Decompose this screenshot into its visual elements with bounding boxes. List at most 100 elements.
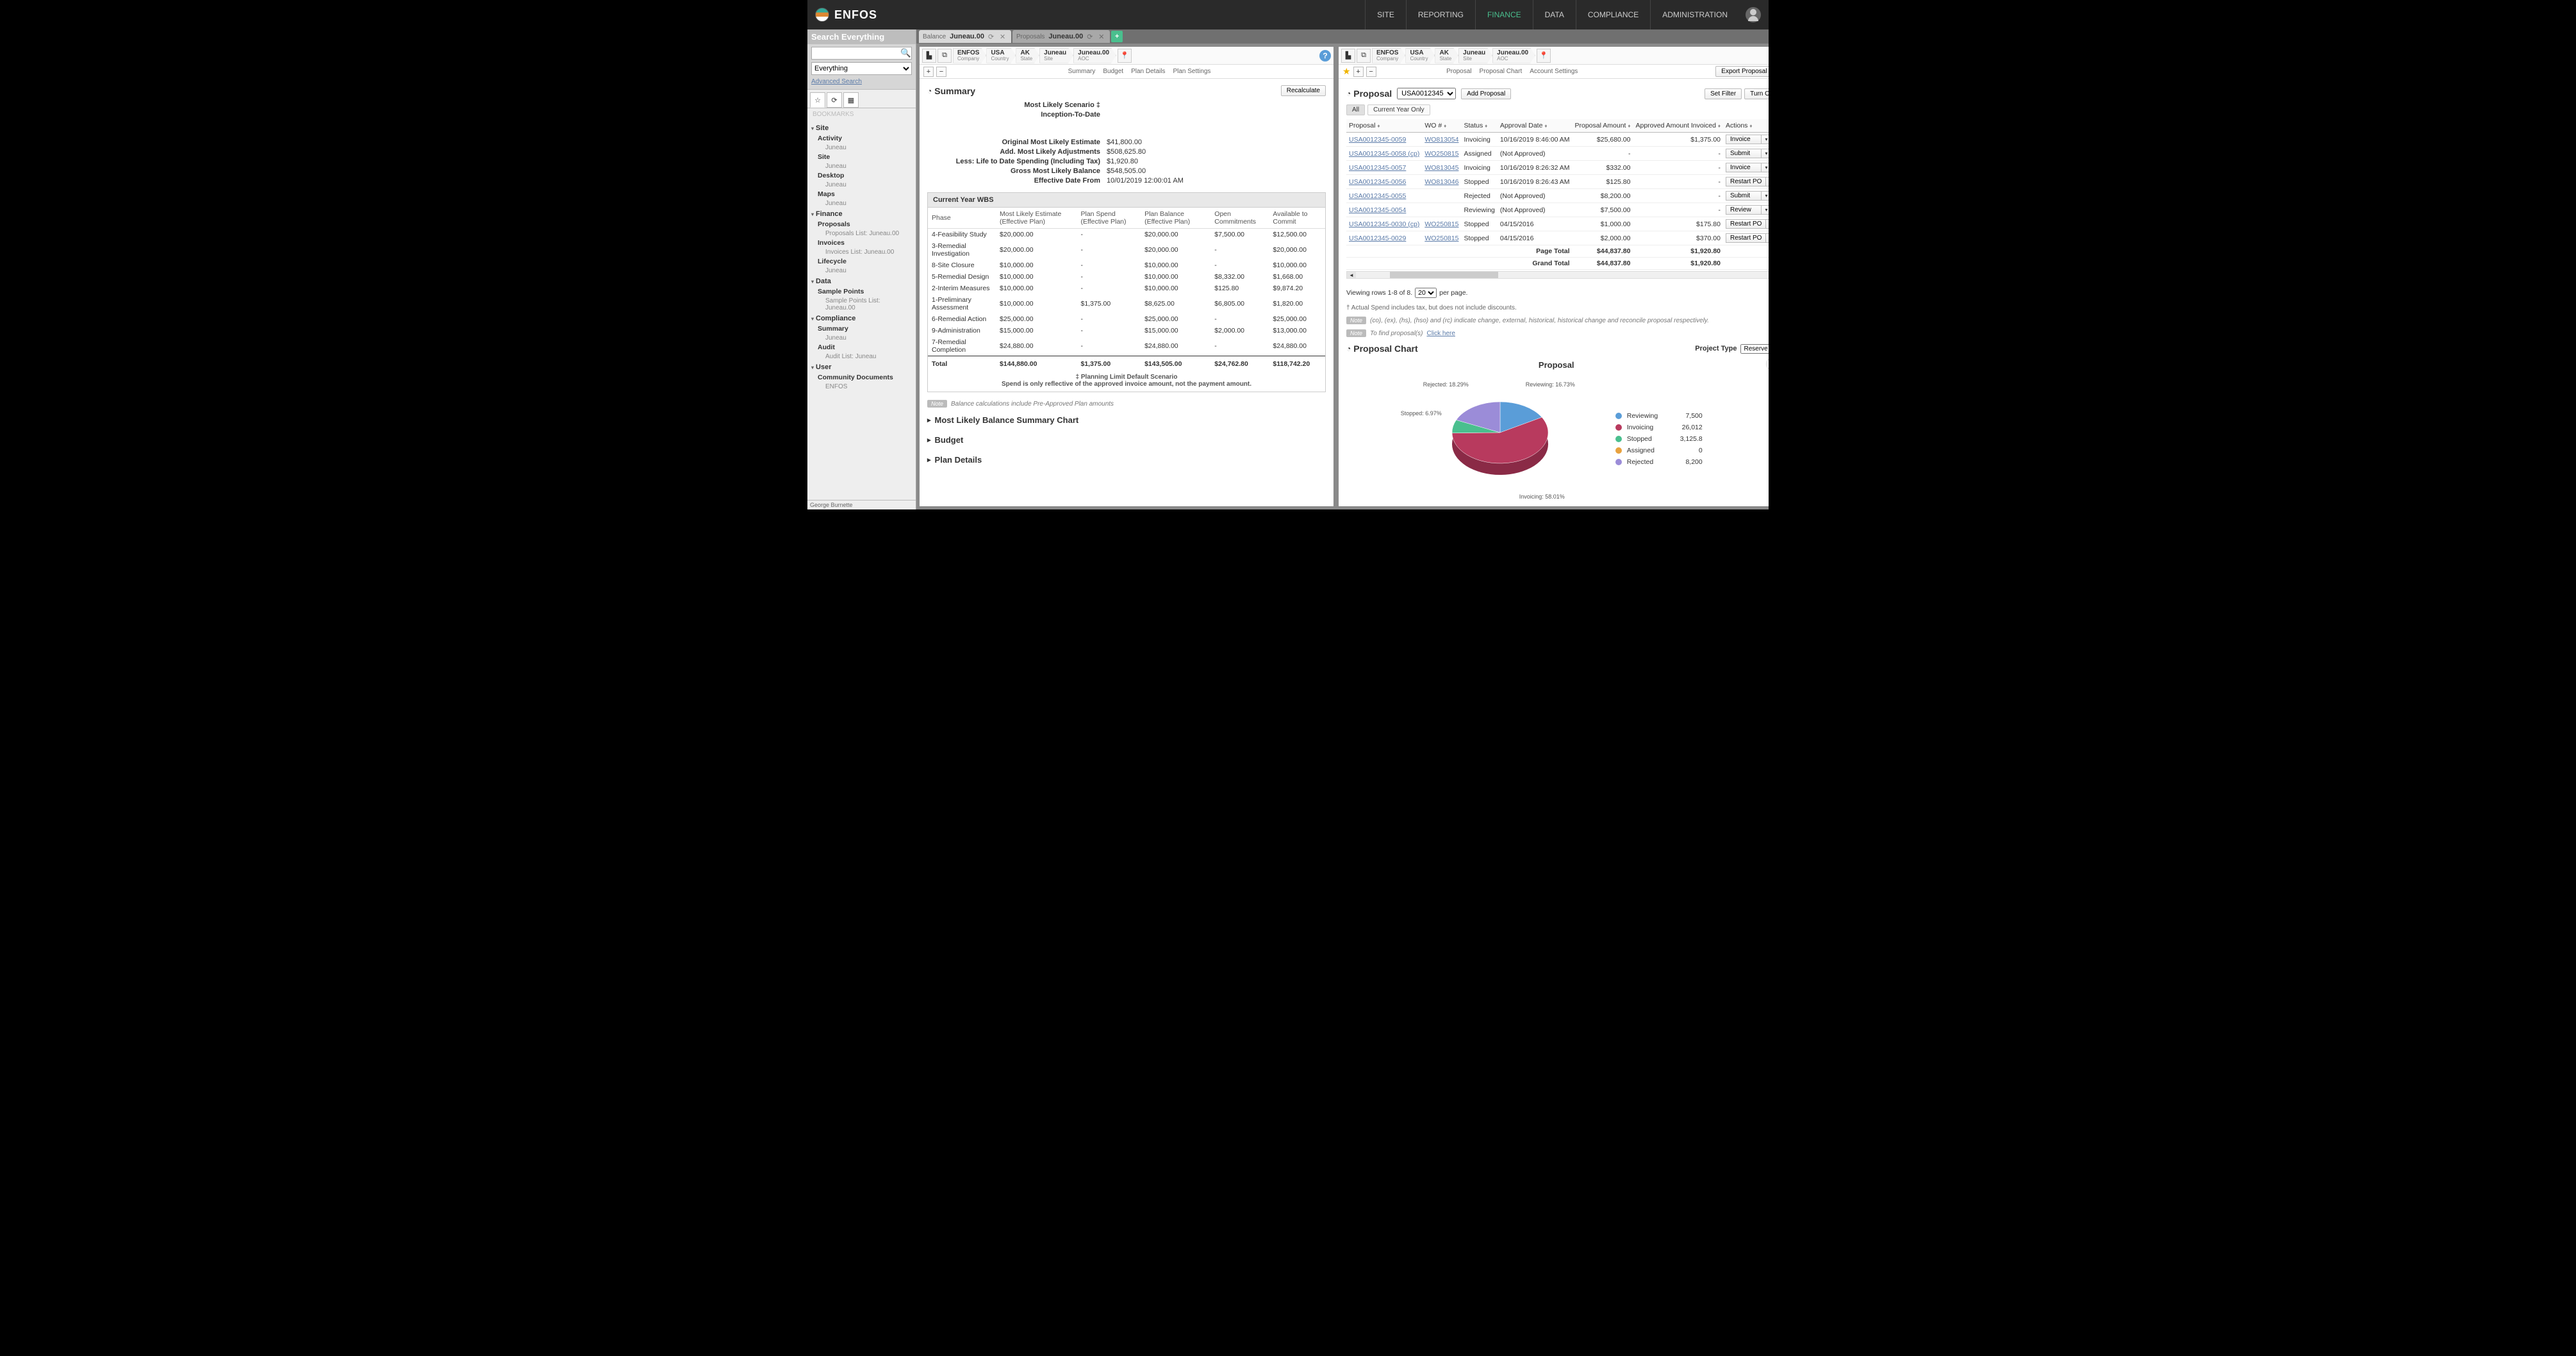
topnav-compliance[interactable]: COMPLIANCE — [1576, 0, 1650, 29]
breadcrumb-segment[interactable]: Juneau.00AOC — [1492, 48, 1535, 63]
row-action-button[interactable]: Review — [1726, 205, 1762, 215]
subnav-link[interactable]: Summary — [1068, 68, 1096, 75]
topnav-data[interactable]: DATA — [1533, 0, 1576, 29]
tree-sub-item[interactable]: Juneau — [807, 181, 916, 189]
proposal-link[interactable]: USA0012345-0055 — [1349, 192, 1406, 200]
row-action-button[interactable]: Invoice — [1726, 135, 1762, 144]
breadcrumb-segment[interactable]: USACountry — [986, 48, 1016, 63]
tree-item[interactable]: Proposals — [807, 219, 916, 229]
find-link[interactable]: Click here — [1426, 330, 1455, 337]
proposal-id-select[interactable]: USA0012345 — [1397, 88, 1456, 99]
subnav-link[interactable]: Plan Details — [1131, 68, 1165, 75]
breadcrumb-segment[interactable]: JuneauSite — [1458, 48, 1492, 63]
tree-item[interactable]: Desktop — [807, 170, 916, 181]
prop-col-header[interactable]: WO # ♦ — [1422, 119, 1461, 133]
bookmarks-tab[interactable]: ☆ — [810, 92, 825, 108]
tree-sub-item[interactable]: Proposals List: Juneau.00 — [807, 229, 916, 238]
proposal-link[interactable]: USA0012345-0057 — [1349, 164, 1406, 172]
proposal-link[interactable]: USA0012345-0030 (cp) — [1349, 220, 1419, 228]
wo-link[interactable]: WO250815 — [1424, 150, 1458, 158]
tree-item[interactable]: Activity — [807, 133, 916, 144]
tree-sub-item[interactable]: Invoices List: Juneau.00 — [807, 248, 916, 256]
proposal-section-title[interactable]: Proposal — [1346, 88, 1392, 99]
collapsed-section[interactable]: Budget — [927, 430, 1326, 450]
tree-sub-item[interactable]: ENFOS — [807, 383, 916, 391]
user-avatar-icon[interactable] — [1746, 7, 1761, 22]
subnav-link[interactable]: Budget — [1103, 68, 1123, 75]
close-icon[interactable]: ✕ — [1098, 33, 1106, 40]
tree-section-data[interactable]: Data — [807, 275, 916, 286]
topnav-site[interactable]: SITE — [1365, 0, 1406, 29]
chart-download-icon[interactable]: ⤓ — [1766, 358, 1769, 370]
prop-col-header[interactable]: Approval Date ♦ — [1498, 119, 1573, 133]
breadcrumb-segment[interactable]: ENFOSCompany — [953, 48, 986, 63]
set-filter-button[interactable]: Set Filter — [1705, 88, 1742, 99]
wo-link[interactable]: WO250815 — [1424, 220, 1458, 228]
row-action-dropdown[interactable]: ▾ — [1766, 219, 1769, 229]
prop-col-header[interactable]: Status ♦ — [1461, 119, 1497, 133]
scroll-left-arrow[interactable]: ◄ — [1347, 272, 1356, 278]
tree-sub-item[interactable]: Audit List: Juneau — [807, 352, 916, 361]
collapsed-section[interactable]: Plan Details — [927, 450, 1326, 470]
breadcrumb-segment[interactable]: AKState — [1016, 48, 1039, 63]
search-icon[interactable]: 🔍 — [900, 48, 911, 58]
row-action-button[interactable]: Invoice — [1726, 163, 1762, 172]
wo-link[interactable]: WO813054 — [1424, 136, 1458, 144]
turn-on-button[interactable]: Turn On — [1744, 88, 1769, 99]
breadcrumb-segment[interactable]: JuneauSite — [1039, 48, 1073, 63]
prop-col-header[interactable]: Approved Amount Invoiced ♦ — [1633, 119, 1723, 133]
table-h-scrollbar[interactable]: ◄ ► — [1346, 271, 1769, 279]
proposal-link[interactable]: USA0012345-0054 — [1349, 206, 1406, 214]
topnav-administration[interactable]: ADMINISTRATION — [1650, 0, 1739, 29]
wo-link[interactable]: WO813046 — [1424, 178, 1458, 186]
copy-icon[interactable]: ⧉ — [937, 49, 952, 63]
calendar-tab[interactable]: ▦ — [843, 92, 859, 108]
history-tab[interactable]: ⟳ — [827, 92, 842, 108]
tree-item[interactable]: Summary — [807, 324, 916, 334]
add-proposal-button[interactable]: Add Proposal — [1461, 88, 1511, 99]
row-action-dropdown[interactable]: ▾ — [1762, 135, 1769, 144]
row-action-dropdown[interactable]: ▾ — [1766, 177, 1769, 186]
proposal-chart-title[interactable]: Proposal Chart — [1346, 343, 1418, 354]
row-action-dropdown[interactable]: ▾ — [1762, 191, 1769, 201]
tree-item[interactable]: Audit — [807, 342, 916, 352]
filter-current-year-button[interactable]: Current Year Only — [1367, 104, 1430, 115]
breadcrumb-segment[interactable]: ENFOSCompany — [1372, 48, 1405, 63]
proposal-link[interactable]: USA0012345-0056 — [1349, 178, 1406, 186]
row-action-button[interactable]: Submit — [1726, 191, 1762, 201]
scroll-thumb[interactable] — [1390, 272, 1498, 278]
minus-button[interactable]: − — [936, 67, 946, 77]
topnav-reporting[interactable]: REPORTING — [1406, 0, 1475, 29]
favorite-star-icon[interactable]: ★ — [1342, 66, 1351, 77]
tree-section-user[interactable]: User — [807, 361, 916, 372]
tree-item[interactable]: Site — [807, 152, 916, 162]
tree-sub-item[interactable]: Juneau — [807, 144, 916, 152]
hierarchy-icon[interactable]: ▙ — [1341, 49, 1355, 63]
tree-item[interactable]: Invoices — [807, 238, 916, 248]
subnav-link[interactable]: Plan Settings — [1173, 68, 1210, 75]
close-icon[interactable]: ✕ — [1000, 33, 1007, 40]
tree-section-site[interactable]: Site — [807, 122, 916, 133]
tree-sub-item[interactable]: Juneau — [807, 267, 916, 275]
recalculate-button[interactable]: Recalculate — [1281, 85, 1326, 96]
tree-item[interactable]: Sample Points — [807, 286, 916, 297]
minus-button[interactable]: − — [1366, 67, 1376, 77]
plus-button[interactable]: + — [923, 67, 934, 77]
map-pin-icon[interactable]: 📍 — [1118, 49, 1132, 63]
tree-item[interactable]: Community Documents — [807, 372, 916, 383]
tree-item[interactable]: Maps — [807, 189, 916, 199]
row-action-dropdown[interactable]: ▾ — [1766, 233, 1769, 243]
subnav-link[interactable]: Account Settings — [1530, 68, 1578, 75]
refresh-icon[interactable]: ⟳ — [988, 33, 996, 40]
tree-sub-item[interactable]: Sample Points List: Juneau.00 — [807, 297, 916, 312]
proposal-link[interactable]: USA0012345-0029 — [1349, 235, 1406, 242]
wo-link[interactable]: WO813045 — [1424, 164, 1458, 172]
row-action-button[interactable]: Restart PO — [1726, 219, 1766, 229]
proposal-link[interactable]: USA0012345-0058 (cp) — [1349, 150, 1419, 158]
row-action-dropdown[interactable]: ▾ — [1762, 149, 1769, 158]
page-size-select[interactable]: 20 — [1415, 288, 1437, 298]
filter-all-button[interactable]: All — [1346, 104, 1365, 115]
export-proposal-button[interactable]: Export Proposal — [1715, 66, 1769, 77]
help-icon[interactable]: ? — [1319, 50, 1331, 62]
row-action-dropdown[interactable]: ▾ — [1762, 163, 1769, 172]
